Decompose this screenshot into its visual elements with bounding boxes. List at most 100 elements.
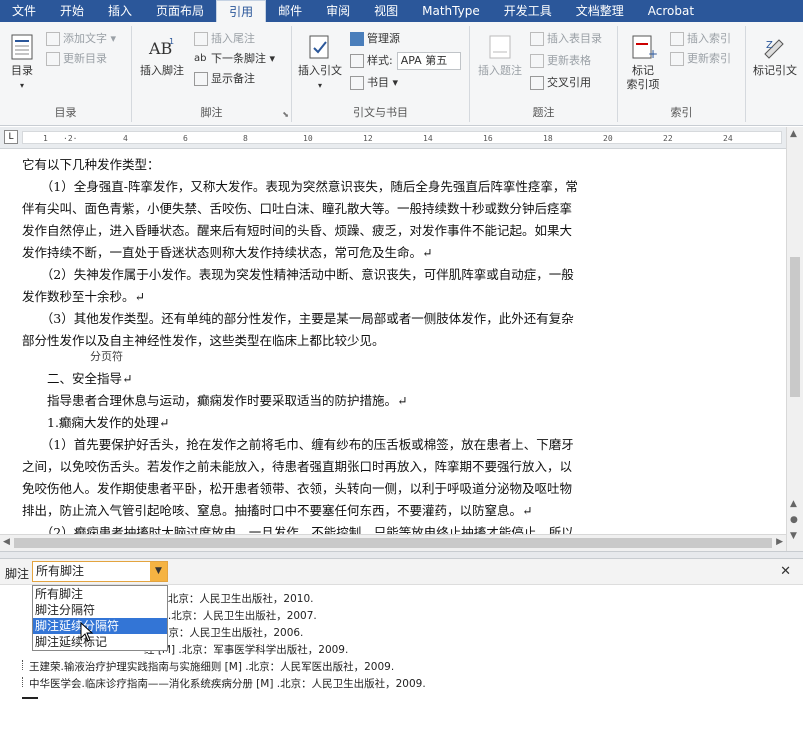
insert-table-figures-button[interactable]: 插入表目录 (530, 30, 602, 48)
update-toc-button[interactable]: 更新目录 (46, 50, 107, 68)
insert-footnote-button[interactable]: AB 1 插入脚注 (136, 32, 188, 78)
group-captions: 插入题注 插入表目录 更新表格 交叉引用 题注 (470, 26, 618, 122)
footnote-entry[interactable]: [M] .北京：人民卫生出版社，2010. (144, 591, 314, 608)
insert-footnote-label: 插入脚注 (140, 64, 184, 77)
next-page-icon[interactable]: ▼ (790, 531, 797, 541)
horizontal-scroll-thumb[interactable] (14, 538, 772, 548)
dropdown-option-continuation-separator[interactable]: 脚注延续分隔符 (33, 618, 167, 634)
cross-reference-label: 交叉引用 (547, 76, 591, 89)
ribbon-tab-bar: 文件 开始 插入 页面布局 引用 邮件 审阅 视图 MathType 开发工具 … (0, 0, 803, 22)
dropdown-option-separator[interactable]: 脚注分隔符 (33, 602, 167, 618)
scroll-up-icon[interactable]: ▲ (790, 129, 797, 139)
doc-line: 指导患者合理休息与运动，癫痫发作时要采取适当的防护措施。↵ (22, 393, 408, 408)
add-text-label: 添加文字 (63, 32, 107, 45)
style-selector[interactable]: 样式: APA 第五 (350, 52, 461, 70)
doc-line: 排出，防止流入气管引起呛咳、窒息。抽搐时口中不要塞任何东西，不要灌药，以防窒息。… (22, 503, 533, 518)
footnote-marker-icon (22, 677, 26, 687)
scroll-left-icon[interactable]: ◀ (3, 537, 10, 547)
tab-view[interactable]: 视图 (362, 0, 410, 22)
footnote-text: [M] .北京：人民卫生出版社，2010. (144, 593, 314, 605)
group-footnotes: AB 1 插入脚注 插入尾注 ab 下一条脚注 ▾ 显示备注 脚注 ⬊ (132, 26, 292, 122)
cross-reference-icon (530, 76, 544, 90)
dropdown-option-continuation-notice[interactable]: 脚注延续标记 (33, 634, 167, 650)
tab-doc-organize[interactable]: 文档整理 (564, 0, 636, 22)
add-text-button[interactable]: 添加文字 ▾ (46, 30, 116, 48)
mark-entry-icon: + (632, 35, 658, 61)
footnote-type-select[interactable]: 所有脚注 ▼ (32, 561, 168, 582)
insert-citation-button[interactable]: 插入引文 ▾ (294, 32, 346, 93)
update-table-button[interactable]: 更新表格 (530, 52, 591, 70)
dropdown-option-all-footnotes[interactable]: 所有脚注 (33, 586, 167, 602)
endnote-icon (194, 32, 208, 46)
insert-endnote-label: 插入尾注 (211, 32, 255, 45)
tab-mathtype[interactable]: MathType (410, 0, 492, 22)
close-icon[interactable]: ✕ (780, 564, 791, 579)
update-table-label: 更新表格 (547, 54, 591, 67)
doc-line: 发作持续不断，一直处于昏迷状态则称大发作持续状态，常可危及生命。↵ (22, 245, 433, 260)
mark-citation-label: 标记引文 (753, 64, 797, 77)
bibliography-icon (350, 76, 364, 90)
tab-mailings[interactable]: 邮件 (266, 0, 314, 22)
update-icon (46, 52, 60, 66)
next-footnote-icon: ab (194, 53, 207, 64)
show-notes-button[interactable]: 显示备注 (194, 70, 255, 88)
update-index-button[interactable]: 更新索引 (670, 50, 731, 68)
scroll-thumb[interactable] (790, 257, 800, 397)
horizontal-scrollbar[interactable]: ◀ ▶ (0, 534, 786, 551)
page-break-label: 分页符 (88, 350, 125, 363)
insert-endnote-button[interactable]: 插入尾注 (194, 30, 255, 48)
update-toc-label: 更新目录 (63, 52, 107, 65)
next-footnote-button[interactable]: ab 下一条脚注 ▾ (194, 50, 275, 68)
cross-reference-button[interactable]: 交叉引用 (530, 74, 591, 92)
footnote-entry[interactable]: 王建荣.输液治疗护理实践指南与实施细则 [M] .北京：人民军医出版社，2009… (22, 659, 394, 676)
footnote-entry[interactable]: .6 版.北京：人民卫生出版社，2007. (144, 608, 317, 625)
mark-entry-label: 标记 索引项 (626, 64, 660, 91)
tab-selector-icon[interactable]: L (4, 130, 18, 144)
caption-icon (489, 35, 511, 59)
document-body[interactable]: 它有以下几种发作类型： （1）全身强直-阵挛发作，又称大发作。表现为突然意识丧失… (0, 150, 786, 534)
tab-references[interactable]: 引用 (216, 0, 267, 22)
footnotes-launcher-icon[interactable]: ⬊ (282, 110, 289, 119)
bibliography-label: 书目 (367, 76, 389, 89)
svg-text:1: 1 (169, 37, 174, 46)
mark-citation-button[interactable]: Z 标记引文 (748, 32, 802, 78)
tab-file[interactable]: 文件 (0, 0, 49, 22)
footnote-text: 经 [M] .北京：军事医学科学出版社，2009. (144, 644, 349, 656)
tab-acrobat[interactable]: Acrobat (636, 0, 706, 22)
footnote-pane-toolbar: 脚注 所有脚注 ▼ ✕ (0, 559, 803, 585)
doc-line: （2）癫痫患者抽搐时大脑过度放电，一旦发作，不能控制，只能等放电终止抽搐才能停止… (22, 525, 574, 534)
footnote-entry[interactable]: 中华医学会.临床诊疗指南——消化系统疾病分册 [M] .北京：人民卫生出版社，2… (22, 676, 426, 693)
horizontal-ruler[interactable]: 1 ·2· 4 6 8 10 12 14 16 18 20 22 24 (22, 131, 782, 144)
style-value[interactable]: APA 第五 (396, 52, 461, 70)
add-text-icon (46, 32, 60, 46)
ruler-bar: L 1 ·2· 4 6 8 10 12 14 16 18 20 22 24 (0, 127, 803, 149)
tab-review[interactable]: 审阅 (314, 0, 362, 22)
insert-index-button[interactable]: 插入索引 (670, 30, 731, 48)
chevron-down-icon[interactable]: ▼ (150, 562, 167, 581)
prev-page-icon[interactable]: ▲ (790, 499, 797, 509)
mark-entry-button[interactable]: + 标记 索引项 (622, 32, 664, 92)
tab-home[interactable]: 开始 (48, 0, 96, 22)
toc-button[interactable]: 目录 ▾ (4, 32, 40, 93)
mark-citation-icon: Z (764, 39, 784, 59)
bibliography-button[interactable]: 书目 ▾ (350, 74, 398, 92)
tab-page-layout[interactable]: 页面布局 (144, 0, 216, 22)
tab-developer[interactable]: 开发工具 (492, 0, 564, 22)
update-index-label: 更新索引 (687, 52, 731, 65)
toc-icon (11, 34, 33, 60)
manage-sources-button[interactable]: 管理源 (350, 30, 400, 48)
browse-object-icon[interactable]: ● (790, 515, 798, 525)
footnote-entry[interactable]: 经 [M] .北京：军事医学科学出版社，2009. (144, 642, 348, 659)
doc-line: 它有以下几种发作类型： (22, 157, 160, 172)
pane-splitter[interactable] (0, 551, 803, 559)
footnote-type-dropdown: 所有脚注 脚注分隔符 脚注延续分隔符 脚注延续标记 (32, 585, 168, 651)
ribbon: 目录 ▾ 添加文字 ▾ 更新目录 目录 AB 1 插入脚注 插入尾注 ab 下一条脚注… (0, 22, 803, 126)
vertical-scrollbar[interactable]: ▲ ▲ ● ▼ (786, 127, 803, 551)
doc-line: （2）失神发作属于小发作。表现为突发性精神活动中断、意识丧失，可伴肌阵挛或自动症… (22, 267, 574, 282)
insert-index-icon (670, 32, 684, 46)
tab-insert[interactable]: 插入 (96, 0, 144, 22)
insert-caption-button[interactable]: 插入题注 (474, 32, 526, 78)
chevron-down-icon: ▾ (19, 81, 24, 90)
scroll-right-icon[interactable]: ▶ (776, 537, 783, 547)
insert-table-figures-label: 插入表目录 (547, 32, 602, 45)
